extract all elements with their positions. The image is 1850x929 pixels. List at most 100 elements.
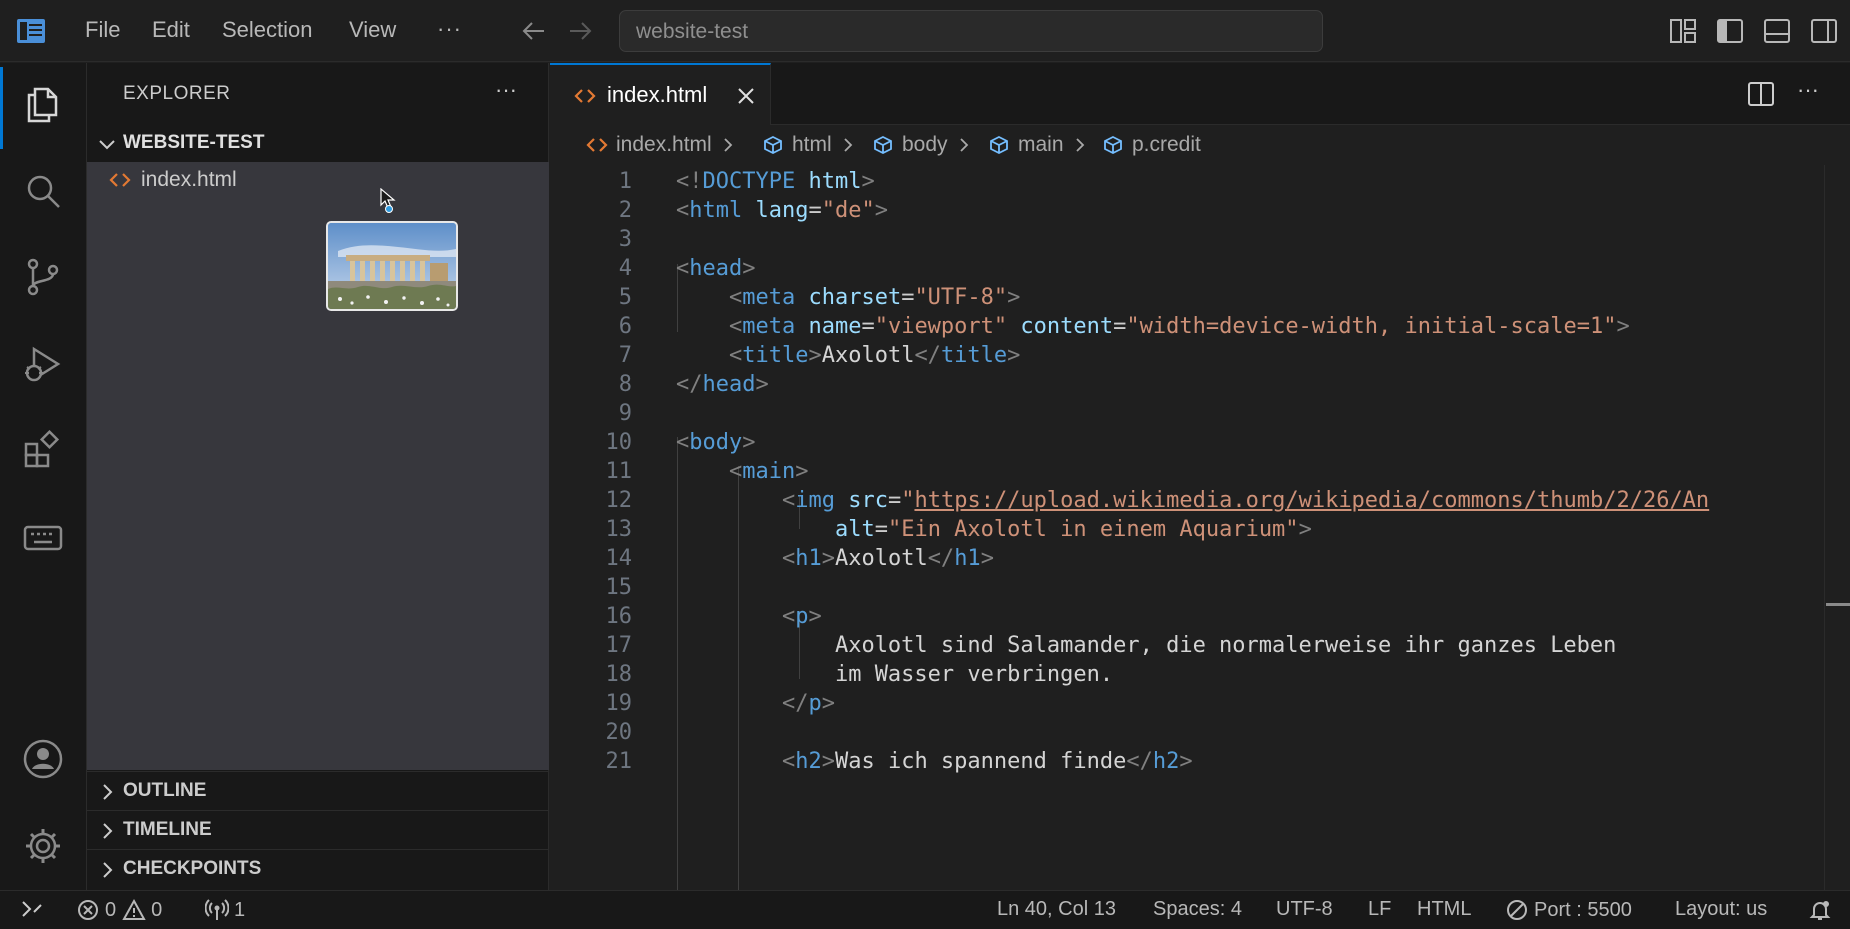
- error-count: 0: [105, 898, 117, 921]
- customize-layout-icon[interactable]: [1669, 18, 1697, 44]
- breadcrumb-label: main: [1018, 133, 1064, 156]
- line-number: 20: [605, 720, 633, 745]
- breadcrumb-main[interactable]: main: [988, 132, 1088, 158]
- tab-index-html[interactable]: index.html: [550, 63, 771, 125]
- line-number: 13: [605, 517, 633, 542]
- search-icon[interactable]: [22, 170, 64, 212]
- cursor-position-marker: [1826, 603, 1850, 606]
- menu-more-button[interactable]: ···: [437, 16, 462, 42]
- symbol-element-icon: [872, 134, 894, 156]
- breadcrumb-label: body: [902, 133, 948, 156]
- code-line-6: <meta name="viewport" content="width=dev…: [728, 314, 1630, 339]
- checkpoints-section-header[interactable]: CHECKPOINTS: [87, 849, 549, 887]
- chevron-down-icon: [97, 134, 117, 154]
- indentation-setting[interactable]: Spaces: 4: [1153, 898, 1242, 921]
- viewport-value: "viewport": [874, 314, 1008, 339]
- remote-icon: [20, 898, 44, 922]
- toggle-primary-sidebar-icon[interactable]: [1716, 18, 1744, 44]
- code-line-18: im Wasser verbringen.: [676, 662, 1113, 687]
- code-line-21: <h2>Was ich spannend finde</h2>: [781, 749, 1193, 774]
- file-label: index.html: [141, 168, 237, 191]
- breadcrumb-html[interactable]: html: [762, 132, 856, 158]
- back-arrow-icon[interactable]: [520, 18, 548, 44]
- title-text: Axolotl: [821, 343, 915, 368]
- menu-selection[interactable]: Selection: [222, 17, 313, 43]
- file-item-index-html[interactable]: index.html: [87, 162, 549, 198]
- warning-icon: [122, 898, 146, 922]
- error-icon: [76, 898, 100, 922]
- code-editor[interactable]: 1 2 3 4 5 6 7 8 9 10 11 12 13 14 15 16 1…: [550, 165, 1850, 890]
- ports-indicator[interactable]: 1: [205, 898, 245, 922]
- run-and-debug-icon[interactable]: [22, 343, 64, 385]
- split-editor-icon[interactable]: [1747, 81, 1775, 107]
- code-line-13: alt="Ein Axolotl in einem Aquarium">: [834, 517, 1312, 542]
- live-server-button[interactable]: Port : 5500: [1505, 898, 1632, 922]
- timeline-section-header[interactable]: TIMELINE: [87, 810, 549, 848]
- command-center-search[interactable]: website-test: [619, 10, 1323, 52]
- status-bar: 0 0 1 Ln 40, Col 13 Spaces: 4 UTF-8 LF H…: [0, 890, 1850, 929]
- chevron-right-icon: [840, 137, 856, 153]
- breadcrumb-p-credit[interactable]: p.credit: [1102, 132, 1201, 158]
- extensions-icon[interactable]: [22, 430, 64, 472]
- editor-more-actions-button[interactable]: ···: [1797, 77, 1819, 103]
- encoding-setting[interactable]: UTF-8: [1276, 898, 1333, 921]
- live-server-port: Port : 5500: [1534, 898, 1632, 921]
- accounts-icon[interactable]: [22, 738, 64, 780]
- toggle-panel-icon[interactable]: [1763, 18, 1791, 44]
- line-number: 7: [618, 343, 632, 368]
- menu-edit[interactable]: Edit: [152, 17, 190, 43]
- line-number: 5: [618, 285, 632, 310]
- breadcrumb-file[interactable]: index.html: [586, 132, 736, 158]
- notifications-button[interactable]: [1808, 898, 1837, 922]
- remote-indicator[interactable]: [20, 898, 49, 922]
- forward-arrow-icon[interactable]: [566, 18, 594, 44]
- cursor-position[interactable]: Ln 40, Col 13: [997, 898, 1116, 921]
- chevron-right-icon: [97, 821, 117, 841]
- html-file-icon: [574, 86, 596, 106]
- breadcrumb-label: p.credit: [1132, 133, 1201, 156]
- code-line-19: </p>: [781, 691, 835, 716]
- line-number: 17: [605, 633, 633, 658]
- circle-slash-icon: [1505, 898, 1529, 922]
- line-number: 10: [605, 430, 633, 455]
- title-bar: File Edit Selection View ··· website-tes…: [0, 0, 1850, 62]
- code-line-2: <html lang="de">: [676, 198, 888, 223]
- language-mode[interactable]: HTML: [1417, 898, 1471, 921]
- breadcrumb-label: html: [792, 133, 832, 156]
- folder-header[interactable]: WEBSITE-TEST: [87, 125, 549, 161]
- source-control-icon[interactable]: [22, 256, 64, 298]
- code-line-17: Axolotl sind Salamander, die normalerwei…: [676, 633, 1616, 658]
- code-line-11: <main>: [728, 459, 809, 484]
- line-number: 9: [618, 401, 632, 426]
- line-number: 1: [618, 169, 632, 194]
- line-number: 3: [618, 227, 632, 252]
- explorer-more-button[interactable]: ···: [495, 77, 517, 103]
- img-alt-value: "Ein Axolotl in einem Aquarium": [887, 517, 1299, 542]
- breadcrumb-label: index.html: [616, 133, 712, 156]
- timeline-section-title: TIMELINE: [123, 819, 212, 840]
- toggle-secondary-sidebar-icon[interactable]: [1810, 18, 1838, 44]
- h1-text: Axolotl: [834, 546, 928, 571]
- explorer-files-icon[interactable]: [22, 83, 64, 125]
- keyboard-layout[interactable]: Layout: us: [1675, 898, 1767, 921]
- keyboard-icon[interactable]: [22, 517, 64, 559]
- html-file-icon: [586, 134, 608, 156]
- settings-gear-icon[interactable]: [22, 825, 64, 867]
- line-ending-setting[interactable]: LF: [1368, 898, 1391, 921]
- file-tree-drop-area[interactable]: index.html: [87, 162, 549, 770]
- breadcrumb-body[interactable]: body: [872, 132, 972, 158]
- outline-section-header[interactable]: OUTLINE: [87, 771, 549, 809]
- menu-file[interactable]: File: [85, 17, 120, 43]
- breadcrumb: index.html html body main p.credit: [550, 126, 1850, 164]
- outline-section-title: OUTLINE: [123, 780, 207, 801]
- html-file-icon: [109, 170, 131, 190]
- code-line-4: <head>: [676, 256, 756, 281]
- symbol-element-icon: [1102, 134, 1124, 156]
- activity-bar: [0, 63, 87, 890]
- code-line-1: <!DOCTYPE html>: [676, 169, 875, 194]
- overview-ruler[interactable]: [1824, 165, 1850, 890]
- close-icon[interactable]: [734, 84, 758, 108]
- img-src-link[interactable]: https://upload.wikimedia.org/wikipedia/c…: [914, 488, 1709, 513]
- menu-view[interactable]: View: [349, 17, 396, 43]
- problems-indicator[interactable]: 0 0: [76, 898, 162, 922]
